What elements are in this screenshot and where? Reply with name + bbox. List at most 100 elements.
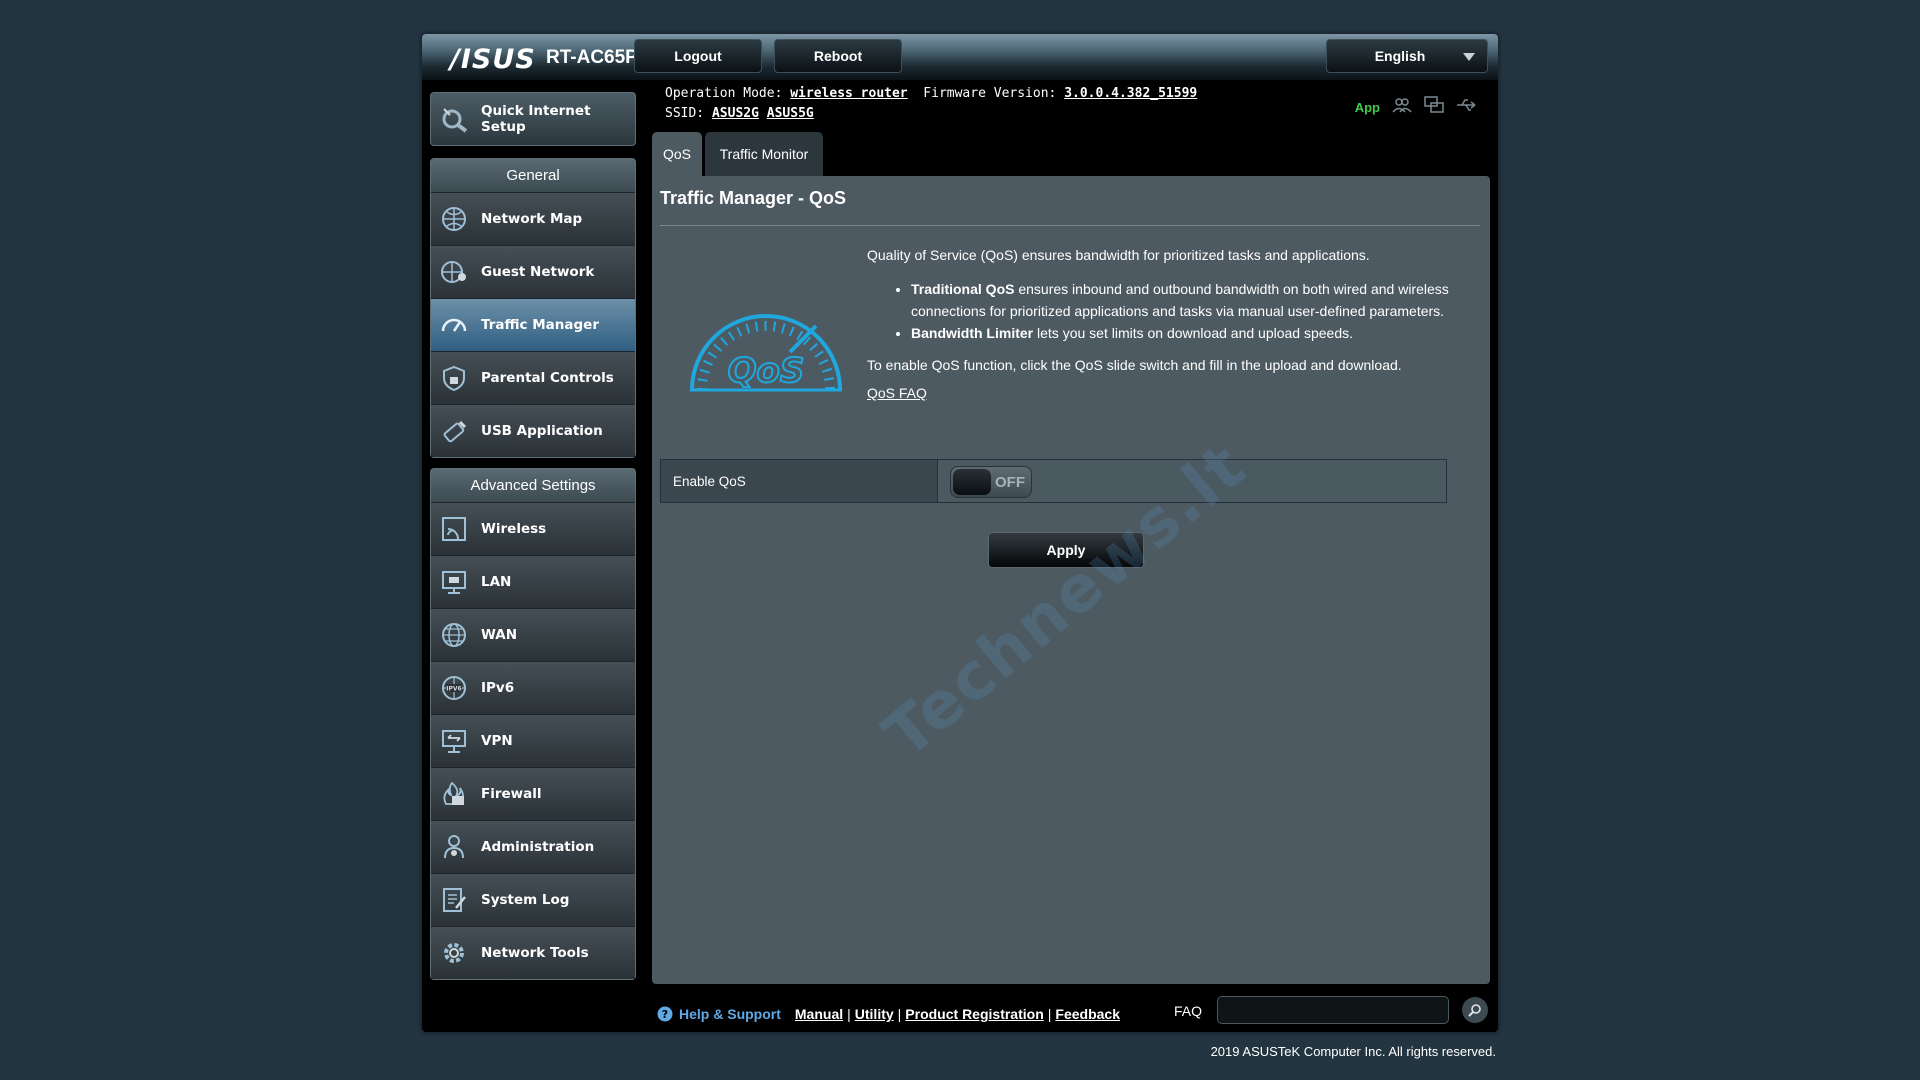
title-divider	[660, 225, 1480, 226]
sidebar-item-label: Wireless	[481, 521, 547, 537]
footer: ? Help & Support Manual | Utility | Prod…	[657, 998, 1120, 1030]
enable-qos-label: Enable QoS	[661, 460, 938, 502]
app-link[interactable]: App	[1355, 100, 1380, 115]
general-header: General	[431, 159, 635, 192]
help-support-label: Help & Support	[679, 1006, 781, 1022]
ssid-label: SSID:	[665, 106, 705, 121]
sidebar-item-parental-controls[interactable]: Parental Controls	[431, 351, 635, 404]
feedback-link[interactable]: Feedback	[1055, 1006, 1120, 1022]
sidebar-item-label: Network Map	[481, 211, 583, 227]
sidebar-item-label: Traffic Manager	[481, 317, 599, 333]
apply-button[interactable]: Apply	[988, 532, 1144, 568]
administration-icon	[439, 832, 469, 862]
network-tools-icon	[439, 938, 469, 968]
enable-qos-toggle[interactable]: OFF	[950, 466, 1032, 498]
svg-text:IPV6: IPV6	[446, 686, 461, 693]
page-title: Traffic Manager - QoS	[660, 188, 847, 208]
sidebar-item-label: VPN	[481, 733, 513, 749]
enable-qos-row: Enable QoS OFF	[660, 459, 1447, 503]
sidebar-item-ipv6[interactable]: IPV6 IPv6	[431, 661, 635, 714]
ssid-2g-link[interactable]: ASUS2G	[712, 106, 759, 121]
sidebar-item-firewall[interactable]: Firewall	[431, 767, 635, 820]
quick-setup-icon	[439, 104, 469, 134]
chevron-down-icon	[1463, 53, 1475, 61]
bullet-traditional-qos: Traditional QoS ensures inbound and outb…	[911, 278, 1467, 322]
tab-qos[interactable]: QoS	[652, 132, 702, 176]
sidebar-item-guest-network[interactable]: Guest Network	[431, 245, 635, 298]
sidebar-advanced-section: Advanced Settings Wireless LAN WAN IPV6 …	[430, 468, 636, 980]
operation-mode-label: Operation Mode:	[665, 86, 783, 101]
sidebar-item-traffic-manager[interactable]: Traffic Manager	[431, 298, 635, 351]
sidebar-item-label: Parental Controls	[481, 370, 614, 386]
faq-search-input[interactable]	[1217, 996, 1449, 1024]
qos-logo: QoS	[686, 294, 846, 399]
sidebar-item-label: System Log	[481, 892, 570, 908]
operation-mode-link[interactable]: wireless router	[790, 86, 907, 101]
asus-logo: /ISUS	[450, 44, 536, 75]
sidebar-item-label: IPv6	[481, 680, 515, 696]
qos-intro-text: Quality of Service (QoS) ensures bandwid…	[867, 247, 1370, 263]
sidebar-item-label: Firewall	[481, 786, 542, 802]
router-admin-window: /ISUS RT-AC65P Logout Reboot English Qui…	[422, 34, 1498, 1032]
wan-icon	[439, 620, 469, 650]
copyright: 2019 ASUSTeK Computer Inc. All rights re…	[1210, 1044, 1496, 1059]
qos-description: Quality of Service (QoS) ensures bandwid…	[867, 244, 1467, 404]
sidebar-item-label: Administration	[481, 839, 595, 855]
ipv6-icon: IPV6	[439, 673, 469, 703]
quick-setup-label-line1: Quick Internet	[481, 103, 591, 119]
sidebar-item-label: Guest Network	[481, 264, 595, 280]
sidebar-item-label: Network Tools	[481, 945, 589, 961]
bullet-bandwidth-limiter: Bandwidth Limiter lets you set limits on…	[911, 322, 1467, 344]
ssid-5g-link[interactable]: ASUS5G	[767, 106, 814, 121]
status-icons: App	[1355, 96, 1478, 119]
sidebar-item-system-log[interactable]: System Log	[431, 873, 635, 926]
clients-icon[interactable]	[1392, 96, 1412, 119]
quick-setup-label-line2: Setup	[481, 119, 526, 135]
help-icon: ?	[657, 1006, 673, 1022]
language-value: English	[1374, 48, 1426, 64]
utility-link[interactable]: Utility	[855, 1006, 894, 1022]
firmware-label: Firmware Version:	[923, 86, 1057, 101]
usb-status-icon[interactable]	[1456, 98, 1478, 117]
sidebar-item-label: LAN	[481, 574, 512, 590]
toggle-state: OFF	[995, 474, 1025, 491]
sidebar-item-network-tools[interactable]: Network Tools	[431, 926, 635, 979]
tab-traffic-monitor[interactable]: Traffic Monitor	[705, 132, 823, 176]
network-map-icon	[439, 204, 469, 234]
sidebar-general-section: General Network Map Guest Network Traffi…	[430, 158, 636, 458]
firmware-link[interactable]: 3.0.0.4.382_51599	[1064, 86, 1197, 101]
sidebar-item-lan[interactable]: LAN	[431, 555, 635, 608]
sidebar-item-network-map[interactable]: Network Map	[431, 192, 635, 245]
svg-text:?: ?	[662, 1008, 668, 1021]
language-select[interactable]: English	[1326, 39, 1488, 73]
sidebar-item-administration[interactable]: Administration	[431, 820, 635, 873]
system-log-icon	[439, 885, 469, 915]
reboot-button[interactable]: Reboot	[774, 39, 902, 73]
logout-button[interactable]: Logout	[634, 39, 762, 73]
sidebar-item-vpn[interactable]: VPN	[431, 714, 635, 767]
traffic-manager-icon	[439, 310, 469, 340]
sidebar-item-usb-application[interactable]: USB Application	[431, 404, 635, 457]
firewall-icon	[439, 779, 469, 809]
help-support[interactable]: ? Help & Support	[657, 1006, 781, 1022]
network-status-icon[interactable]	[1424, 96, 1444, 119]
sidebar-item-wan[interactable]: WAN	[431, 608, 635, 661]
sidebar-item-label: USB Application	[481, 423, 603, 439]
advanced-settings-header: Advanced Settings	[431, 469, 635, 502]
manual-link[interactable]: Manual	[795, 1006, 843, 1022]
qos-faq-link[interactable]: QoS FAQ	[867, 385, 927, 401]
parental-controls-icon	[439, 363, 469, 393]
sidebar-item-wireless[interactable]: Wireless	[431, 502, 635, 555]
main-content: Traffic Manager - QoS QoS Quality of Ser…	[652, 176, 1490, 984]
enable-instructions: To enable QoS function, click the QoS sl…	[867, 357, 1402, 373]
usb-application-icon	[439, 416, 469, 446]
top-bar: /ISUS RT-AC65P Logout Reboot English	[422, 34, 1498, 80]
vpn-icon	[439, 726, 469, 756]
quick-internet-setup-button[interactable]: Quick Internet Setup	[430, 92, 636, 146]
toggle-knob	[953, 469, 991, 495]
qos-logo-text: QoS	[728, 351, 805, 391]
lan-icon	[439, 567, 469, 597]
product-registration-link[interactable]: Product Registration	[905, 1006, 1043, 1022]
wireless-icon	[439, 514, 469, 544]
faq-search-button[interactable]	[1462, 997, 1488, 1023]
